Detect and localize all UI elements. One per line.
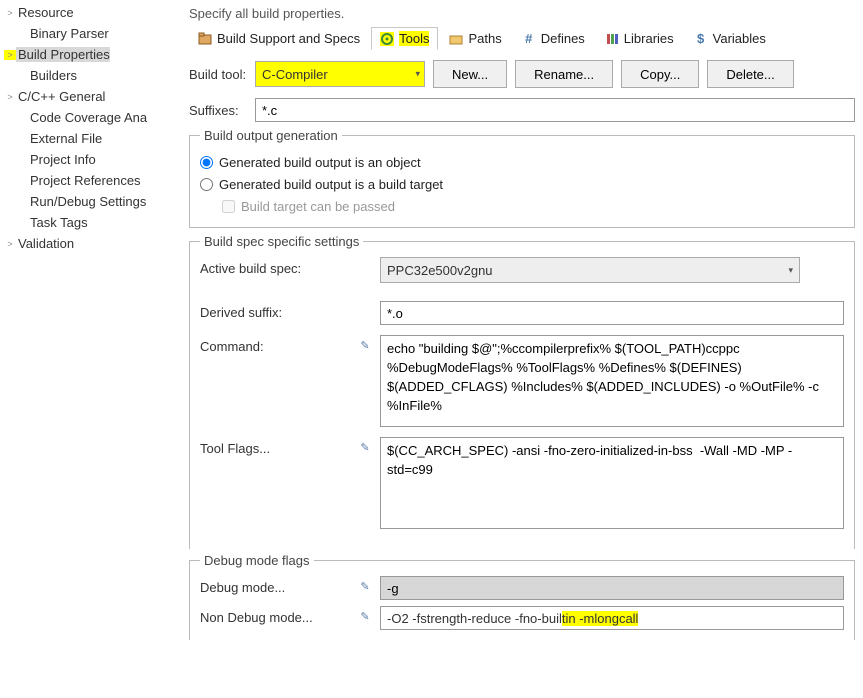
tab-bar: Build Support and Specs Tools Paths # De… (189, 27, 855, 50)
chevron-right-icon: > (4, 239, 16, 249)
new-button[interactable]: New... (433, 60, 507, 88)
build-tool-value: C-Compiler (262, 67, 328, 82)
tree-item-build-properties[interactable]: > Build Properties (0, 44, 175, 65)
tab-defines[interactable]: # Defines (513, 27, 594, 50)
edit-icon[interactable]: ✎ (358, 335, 372, 352)
radio-input[interactable] (200, 156, 213, 169)
libraries-icon (605, 32, 619, 46)
tree-item-project-info[interactable]: Project Info (0, 149, 175, 170)
variables-icon: $ (694, 32, 708, 46)
build-support-icon (198, 32, 212, 46)
suffixes-input[interactable] (255, 98, 855, 122)
tree-label: C/C++ General (16, 89, 105, 104)
spacer (358, 301, 372, 305)
tree-label: Builders (28, 68, 77, 83)
tab-label: Defines (541, 31, 585, 46)
tools-icon (380, 32, 394, 46)
main-panel: Specify all build properties. Build Supp… (175, 0, 863, 698)
rename-button[interactable]: Rename... (515, 60, 613, 88)
active-spec-label: Active build spec: (200, 257, 350, 276)
tree-label: Task Tags (28, 215, 88, 230)
tree-item-builders[interactable]: Builders (0, 65, 175, 86)
edit-icon[interactable]: ✎ (358, 437, 372, 454)
build-tool-label: Build tool: (189, 67, 247, 82)
tab-label: Variables (713, 31, 766, 46)
tab-tools[interactable]: Tools (371, 27, 438, 50)
tool-flags-label[interactable]: Tool Flags... (200, 437, 350, 456)
tree-item-external-file[interactable]: External File (0, 128, 175, 149)
tab-label: Tools (399, 31, 429, 46)
tree-item-c-cpp-general[interactable]: > C/C++ General (0, 86, 175, 107)
radio-label: Generated build output is a build target (219, 177, 443, 192)
tree-item-code-coverage[interactable]: Code Coverage Ana (0, 107, 175, 128)
tab-label: Libraries (624, 31, 674, 46)
debug-mode-label[interactable]: Debug mode... (200, 576, 350, 595)
delete-button[interactable]: Delete... (707, 60, 793, 88)
build-spec-legend: Build spec specific settings (200, 234, 363, 249)
chevron-down-icon: ▾ (788, 265, 793, 276)
tree-label: Project Info (28, 152, 96, 167)
command-textarea[interactable] (380, 335, 844, 427)
tab-label: Paths (468, 31, 501, 46)
non-debug-mode-label[interactable]: Non Debug mode... (200, 606, 350, 625)
build-spec-fieldset: Build spec specific settings Active buil… (189, 234, 855, 549)
edit-icon[interactable]: ✎ (358, 606, 372, 623)
tab-variables[interactable]: $ Variables (685, 27, 775, 50)
non-debug-value-prefix: -O2 -fstrength-reduce -fno-buil (387, 611, 562, 626)
output-object-radio[interactable]: Generated build output is an object (200, 151, 844, 173)
tree-label: Binary Parser (28, 26, 109, 41)
checkbox-input (222, 200, 235, 213)
radio-input[interactable] (200, 178, 213, 191)
debug-mode-legend: Debug mode flags (200, 553, 314, 568)
spacer (358, 257, 372, 261)
chevron-right-icon: > (4, 50, 16, 60)
defines-icon: # (522, 32, 536, 46)
non-debug-mode-input[interactable]: -O2 -fstrength-reduce -fno-builtin -mlon… (380, 606, 844, 630)
derived-suffix-label: Derived suffix: (200, 301, 350, 320)
build-output-legend: Build output generation (200, 128, 342, 143)
chevron-right-icon: > (4, 92, 16, 102)
tree-label: Build Properties (16, 47, 110, 62)
debug-mode-input[interactable] (380, 576, 844, 600)
radio-label: Generated build output is an object (219, 155, 421, 170)
output-target-radio[interactable]: Generated build output is a build target (200, 173, 844, 195)
copy-button[interactable]: Copy... (621, 60, 699, 88)
panel-description: Specify all build properties. (189, 6, 855, 21)
chevron-down-icon: ▾ (415, 69, 420, 80)
tool-flags-textarea[interactable] (380, 437, 844, 529)
build-tool-combo[interactable]: C-Compiler ▾ (255, 61, 425, 87)
tree-label: Validation (16, 236, 74, 251)
sidebar: > Resource Binary Parser > Build Propert… (0, 0, 175, 698)
tab-libraries[interactable]: Libraries (596, 27, 683, 50)
active-spec-value: PPC32e500v2gnu (387, 263, 493, 278)
tree-label: Project References (28, 173, 141, 188)
edit-icon[interactable]: ✎ (358, 576, 372, 593)
tab-label: Build Support and Specs (217, 31, 360, 46)
chevron-right-icon: > (4, 8, 16, 18)
tree-item-resource[interactable]: > Resource (0, 2, 175, 23)
tree-item-binary-parser[interactable]: Binary Parser (0, 23, 175, 44)
derived-suffix-input[interactable] (380, 301, 844, 325)
active-spec-combo[interactable]: PPC32e500v2gnu ▾ (380, 257, 800, 283)
tree-item-task-tags[interactable]: Task Tags (0, 212, 175, 233)
tab-build-support-specs[interactable]: Build Support and Specs (189, 27, 369, 50)
debug-mode-fieldset: Debug mode flags Debug mode... ✎ Non Deb… (189, 553, 855, 640)
tree-item-validation[interactable]: > Validation (0, 233, 175, 254)
build-output-fieldset: Build output generation Generated build … (189, 128, 855, 228)
tree-label: Resource (16, 5, 74, 20)
checkbox-label: Build target can be passed (241, 199, 395, 214)
command-label: Command: (200, 335, 350, 354)
suffixes-label: Suffixes: (189, 103, 247, 118)
tree-label: External File (28, 131, 102, 146)
tree-label: Code Coverage Ana (28, 110, 147, 125)
non-debug-value-highlighted: tin -mlongcall (562, 611, 639, 626)
paths-icon (449, 32, 463, 46)
tree-label: Run/Debug Settings (28, 194, 146, 209)
build-target-passed-check: Build target can be passed (200, 195, 844, 217)
suffixes-row: Suffixes: (189, 98, 855, 122)
build-tool-row: Build tool: C-Compiler ▾ New... Rename..… (189, 60, 855, 88)
tab-paths[interactable]: Paths (440, 27, 510, 50)
tree-item-project-references[interactable]: Project References (0, 170, 175, 191)
tree-item-run-debug-settings[interactable]: Run/Debug Settings (0, 191, 175, 212)
